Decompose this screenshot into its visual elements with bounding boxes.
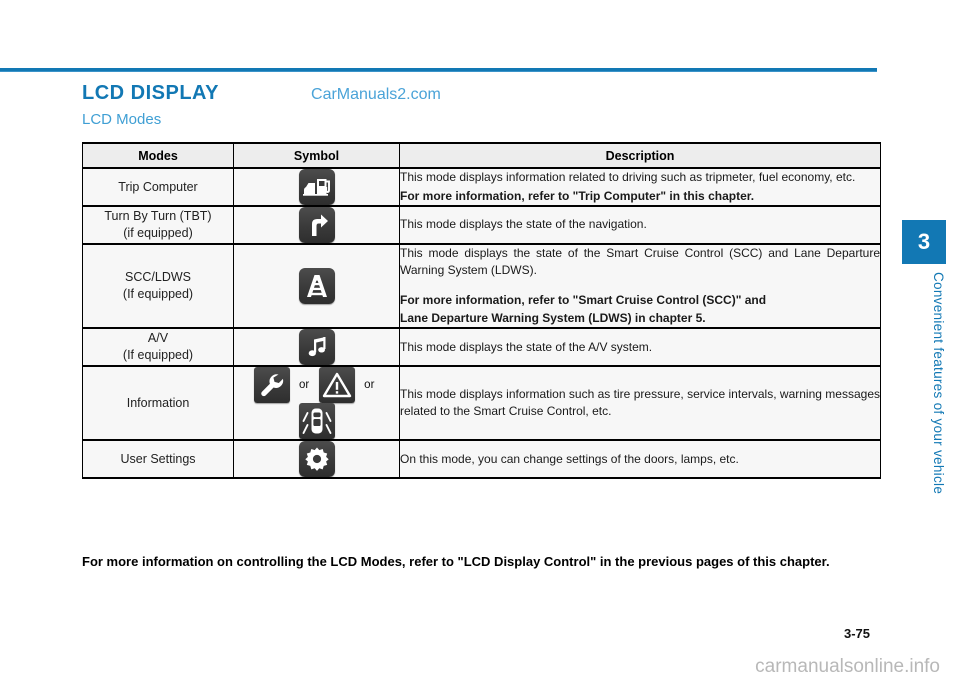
mode-label: Trip Computer [118, 179, 198, 194]
symbol-separator: or [364, 379, 375, 392]
page-header: LCD DISPLAY CarManuals2.com LCD Modes [82, 82, 882, 128]
page-number: 3-75 [843, 626, 870, 641]
table-row: User Settings On this mode, you can chan… [82, 440, 881, 480]
title-row: LCD DISPLAY CarManuals2.com [82, 82, 882, 105]
music-note-icon [298, 329, 335, 366]
page-title: LCD DISPLAY [82, 82, 220, 104]
symbol-cell [233, 244, 400, 330]
mode-label: SCC/LDWS [125, 270, 191, 285]
mode-label: Information [126, 395, 190, 410]
description-line-bold: For more information, refer to "Smart Cr… [400, 293, 767, 308]
watermark-bottom: carmanualsonline.info [755, 656, 940, 677]
symbol-cell [233, 440, 400, 480]
description-line: On this mode, you can change settings of… [400, 451, 739, 466]
mode-name-cell: User Settings [82, 440, 234, 480]
symbol-separator: or [299, 379, 310, 392]
lane-road-icon [298, 268, 335, 305]
mode-name-cell: Turn By Turn (TBT) (if equipped) [82, 206, 234, 245]
description-cell: This mode displays the state of the Smar… [399, 244, 881, 330]
description-cell: This mode displays information related t… [399, 168, 881, 207]
table-header: Modes Symbol Description [82, 142, 881, 169]
warning-triangle-icon [318, 367, 355, 404]
header-rule [0, 68, 877, 72]
mode-name-cell: Trip Computer [82, 168, 234, 207]
table-row: Turn By Turn (TBT) (if equipped) This mo… [82, 206, 881, 245]
column-header-description: Description [399, 142, 881, 169]
chapter-number-tab: 3 [902, 220, 946, 264]
description-line: This mode displays the state of the Smar… [400, 246, 880, 278]
description-cell: This mode displays information such as t… [399, 366, 881, 442]
mode-sublabel: (If equipped) [122, 287, 194, 302]
table-body: Trip Computer This mode displays informa… [82, 168, 881, 480]
description-line-bold: For more information, refer to "Trip Com… [400, 188, 755, 203]
chapter-title-vertical: Convenient features of your vehicle [931, 272, 946, 495]
symbol-cell [233, 168, 400, 207]
table-header-row: Modes Symbol Description [82, 142, 881, 169]
page-subtitle: LCD Modes [82, 111, 162, 128]
symbol-cell [233, 206, 400, 245]
column-header-symbol: Symbol [233, 142, 400, 169]
mode-name-cell: Information [82, 366, 234, 442]
mode-label: User Settings [120, 451, 196, 466]
description-cell: On this mode, you can change settings of… [399, 440, 881, 480]
gear-icon [298, 441, 335, 478]
watermark-top: CarManuals2.com [311, 86, 441, 103]
mode-name-cell: A/V (If equipped) [82, 328, 234, 368]
bottom-note: For more information on controlling the … [82, 554, 830, 569]
description-line: This mode displays the state of the A/V … [400, 339, 653, 354]
description-line-bold: Lane Departure Warning System (LDWS) in … [400, 311, 706, 326]
symbol-cell: or or [233, 366, 400, 442]
table-row: Trip Computer This mode displays informa… [82, 168, 881, 207]
mode-sublabel: (if equipped) [123, 226, 193, 240]
wrench-icon [253, 367, 290, 404]
table-row: SCC/LDWS (If equipped) This mode display… [82, 244, 881, 330]
fuel-pump-icon [298, 169, 335, 205]
lcd-modes-table: Modes Symbol Description Trip Computer T… [82, 142, 881, 480]
description-cell: This mode displays the state of the A/V … [399, 328, 881, 368]
turn-right-arrow-icon [298, 207, 335, 243]
car-topview-icon [298, 403, 335, 440]
mode-label: A/V [147, 331, 169, 346]
column-header-modes: Modes [82, 142, 234, 169]
mode-sublabel: (If equipped) [122, 348, 194, 363]
mode-name-cell: SCC/LDWS (If equipped) [82, 244, 234, 330]
description-line: This mode displays the state of the navi… [400, 217, 647, 232]
table-row: Information or or This mode displays inf… [82, 366, 881, 442]
description-line: This mode displays information related t… [400, 170, 856, 185]
description-cell: This mode displays the state of the navi… [399, 206, 881, 245]
table-row: A/V (If equipped) This mode displays the… [82, 328, 881, 368]
description-line: This mode displays information such as t… [400, 387, 880, 419]
symbol-cell [233, 328, 400, 368]
mode-label: Turn By Turn (TBT) [104, 209, 212, 224]
